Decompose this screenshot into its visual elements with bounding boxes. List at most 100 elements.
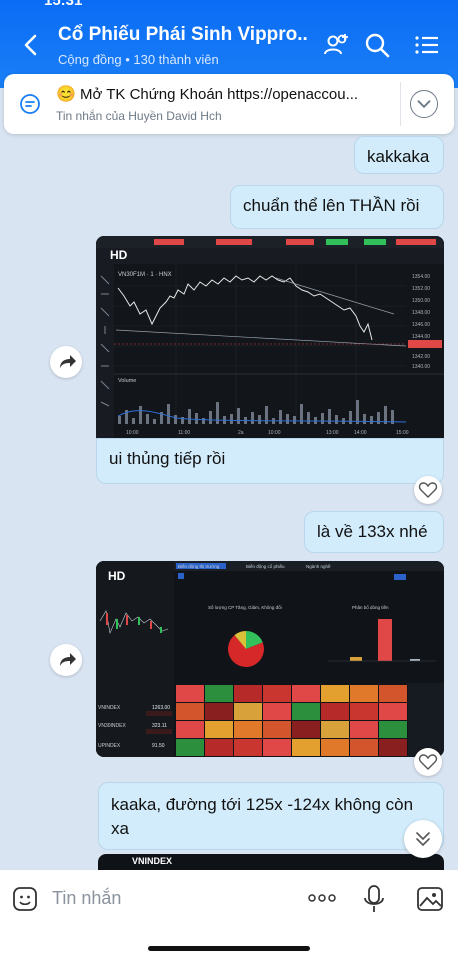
heatmap-tile <box>350 721 378 738</box>
svg-text:1340.00: 1340.00 <box>412 364 430 370</box>
search-icon[interactable] <box>362 30 392 60</box>
heatmap-tile <box>176 703 204 720</box>
heatmap-tile <box>234 721 262 738</box>
heatmap-tile <box>350 685 378 702</box>
sticker-icon[interactable] <box>12 886 38 912</box>
svg-text:10:00: 10:00 <box>268 430 281 436</box>
share-arrow-icon <box>60 355 76 368</box>
volume-bar <box>356 400 359 424</box>
group-add-icon[interactable] <box>322 30 352 60</box>
status-time: 15:31 <box>44 0 83 9</box>
heatmap-tile <box>292 721 320 738</box>
pinned-text: Mở TK Chứng Khoán https://openaccou... <box>80 86 359 103</box>
svg-text:323.11: 323.11 <box>152 723 167 729</box>
double-chevron-down-icon <box>416 832 430 847</box>
svg-text:11:00: 11:00 <box>178 430 190 436</box>
share-button[interactable] <box>50 346 82 378</box>
message-text: chuẩn thể lên THẦN rồi <box>243 196 420 215</box>
svg-text:1348.00: 1348.00 <box>412 310 430 316</box>
smile-emoji-icon: 😊 <box>56 86 76 103</box>
message-bubble[interactable]: là về 133x nhé <box>304 511 444 553</box>
heatmap-tile <box>205 703 233 720</box>
group-title[interactable]: Cổ Phiếu Phái Sinh Vippro... <box>58 24 308 46</box>
message-input[interactable]: Tin nhắn <box>52 888 121 909</box>
volume-bar <box>167 404 170 424</box>
status-bar: 15:31 <box>0 0 458 14</box>
heatmap-tile <box>263 739 291 756</box>
volume-bar <box>132 418 135 424</box>
heatmap-tile <box>379 703 407 720</box>
heatmap-tile <box>176 685 204 702</box>
svg-text:VN30INDEX: VN30INDEX <box>98 723 126 729</box>
home-indicator <box>148 946 310 951</box>
menu-icon[interactable] <box>412 30 442 60</box>
message-bubble[interactable]: kaaka, đường tới 125x -124x không còn xa <box>98 782 444 850</box>
volume-bar <box>237 408 240 424</box>
svg-text:1354.00: 1354.00 <box>412 274 430 280</box>
heatmap-tile <box>263 685 291 702</box>
volume-bar <box>321 413 324 424</box>
heatmap-tile <box>263 721 291 738</box>
more-options-icon[interactable] <box>306 890 338 906</box>
volume-bar <box>216 402 219 424</box>
chat-bubble-icon <box>20 94 40 114</box>
heatmap-tile <box>321 703 349 720</box>
heatmap-tile <box>263 703 291 720</box>
volume-bar <box>195 413 198 424</box>
svg-text:1263.00: 1263.00 <box>152 705 170 711</box>
scroll-down-button[interactable] <box>404 820 442 858</box>
chart-symbol: VN30F1M · 1 · HNX <box>118 272 172 278</box>
chart-image-message[interactable]: VN30F1M · 1 · HNX 1354.00 1352.00 1350.0… <box>96 236 444 438</box>
svg-text:91.50: 91.50 <box>152 743 165 749</box>
image-gallery-icon[interactable] <box>416 886 444 912</box>
heatmap-tile <box>292 739 320 756</box>
heatmap-tile <box>379 721 407 738</box>
volume-bar <box>139 406 142 424</box>
message-bubble[interactable]: kakkaka <box>354 136 444 174</box>
svg-text:15:00: 15:00 <box>396 430 409 436</box>
volume-bar <box>314 417 317 424</box>
svg-text:1342.00: 1342.00 <box>412 354 430 360</box>
svg-text:1350.00: 1350.00 <box>412 298 430 304</box>
message-text: kakkaka <box>367 147 430 166</box>
reaction-button[interactable] <box>414 748 442 776</box>
svg-text:VNINDEX: VNINDEX <box>98 705 121 711</box>
message-bubble[interactable]: ui thủng tiếp rồi <box>96 438 444 484</box>
volume-bar <box>146 414 149 424</box>
svg-text:1346.00: 1346.00 <box>412 322 430 328</box>
share-button[interactable] <box>50 644 82 676</box>
svg-text:14:00: 14:00 <box>354 430 367 436</box>
group-subtitle: Cộng đồng • 130 thành viên <box>58 52 219 67</box>
chevron-down-icon[interactable] <box>410 90 438 118</box>
svg-text:Ngành nghề: Ngành nghề <box>306 564 331 569</box>
pinned-author: Tin nhắn của Huyền David Hch <box>56 109 222 123</box>
heatmap-tile <box>321 721 349 738</box>
volume-bar <box>286 414 289 424</box>
volume-bar <box>335 415 338 424</box>
svg-text:UPINDEX: UPINDEX <box>98 743 121 749</box>
microphone-icon[interactable] <box>362 884 386 914</box>
message-text: ui thủng tiếp rồi <box>109 449 226 468</box>
reaction-button[interactable] <box>414 476 442 504</box>
pinned-message[interactable]: 😊 Mở TK Chứng Khoán https://openaccou...… <box>4 74 454 134</box>
dashboard-image-message[interactable]: Biến động thị trường Biến động cổ phiếu … <box>96 561 444 757</box>
svg-text:10:00: 10:00 <box>126 430 139 436</box>
heatmap-tile <box>234 703 262 720</box>
heatmap-tile <box>176 721 204 738</box>
back-icon[interactable] <box>16 30 46 60</box>
share-arrow-icon <box>60 653 76 666</box>
svg-text:1352.00: 1352.00 <box>412 286 430 292</box>
volume-bar <box>209 411 212 424</box>
heatmap-tile <box>379 685 407 702</box>
dashboard-tabs: Biến động thị trường Biến động cổ phiếu … <box>176 563 331 569</box>
volume-bar <box>370 416 373 424</box>
volume-bar <box>202 418 205 424</box>
message-bubble[interactable]: chuẩn thể lên THẦN rồi <box>230 185 444 229</box>
volume-bar <box>230 414 233 424</box>
image-message[interactable]: VNINDEX <box>98 854 444 870</box>
volume-bar <box>293 416 296 424</box>
pie-title: Số lượng CP Tăng, Giảm, Không đổi <box>208 604 282 610</box>
volume-bar <box>174 415 177 424</box>
heatmap-tile <box>292 703 320 720</box>
heatmap-tile <box>350 739 378 756</box>
